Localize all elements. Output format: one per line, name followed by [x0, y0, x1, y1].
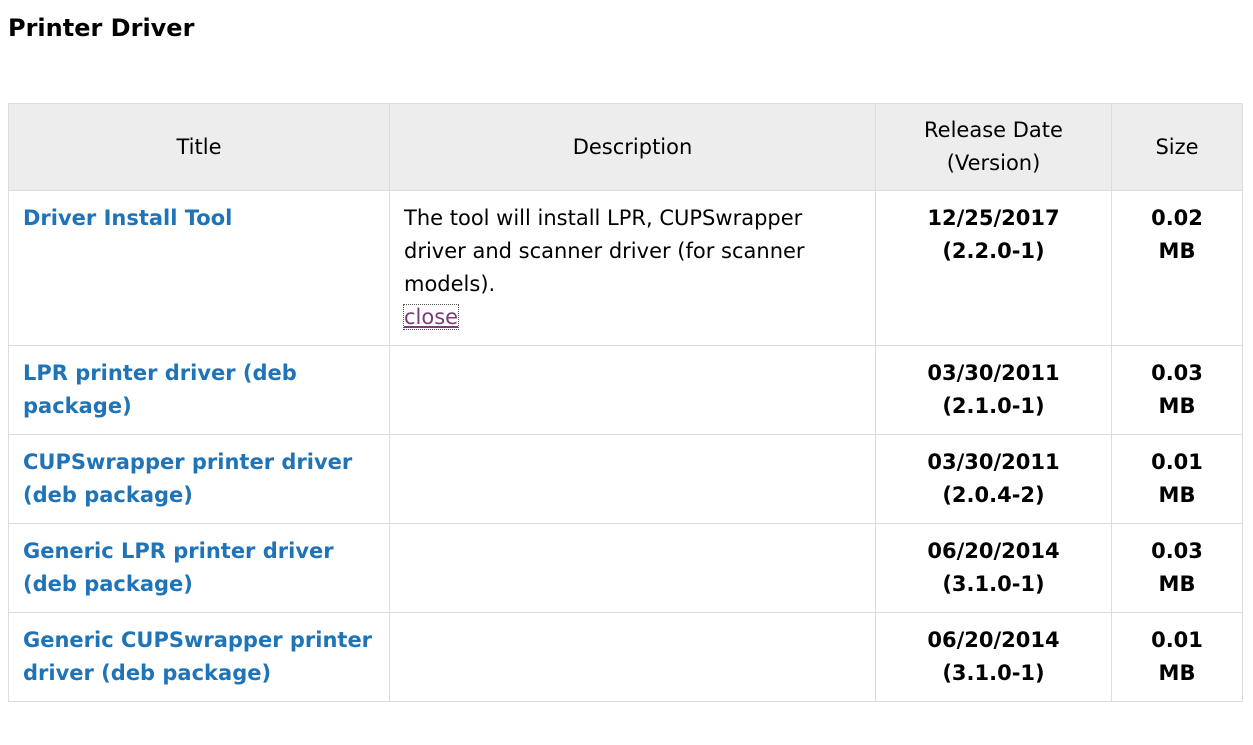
table-row: Generic LPR printer driver (deb package)…: [8, 523, 1243, 613]
table-row: Driver Install Tool The tool will instal…: [8, 190, 1243, 346]
release-date-cell: 06/20/2014 (3.1.0-1): [875, 523, 1112, 613]
release-date: 06/20/2014: [927, 539, 1060, 563]
size-unit: MB: [1158, 572, 1196, 596]
release-date-cell: 03/30/2011 (2.1.0-1): [875, 345, 1112, 435]
table-header: Title Description Release Date (Version)…: [8, 103, 1243, 191]
header-release-date: Release Date (Version): [875, 103, 1112, 191]
release-date-cell: 03/30/2011 (2.0.4-2): [875, 434, 1112, 524]
driver-title-link[interactable]: Driver Install Tool: [23, 206, 232, 230]
release-date: 06/20/2014: [927, 628, 1060, 652]
size-cell: 0.03 MB: [1111, 523, 1243, 613]
size-cell: 0.01 MB: [1111, 434, 1243, 524]
table-row: CUPSwrapper printer driver (deb package)…: [8, 434, 1243, 524]
size-value: 0.01: [1151, 450, 1203, 474]
driver-title-link[interactable]: CUPSwrapper printer driver (deb package): [23, 450, 352, 507]
release-date-cell: 12/25/2017 (2.2.0-1): [875, 190, 1112, 346]
version: (2.1.0-1): [942, 394, 1045, 418]
description-cell: The tool will install LPR, CUPSwrapper d…: [389, 190, 876, 346]
description-cell: [389, 612, 876, 702]
size-cell: 0.02 MB: [1111, 190, 1243, 346]
description-cell: [389, 434, 876, 524]
size-unit: MB: [1158, 239, 1196, 263]
driver-description: The tool will install LPR, CUPSwrapper d…: [404, 206, 805, 296]
description-cell: [389, 523, 876, 613]
driver-table: Title Description Release Date (Version)…: [8, 103, 1243, 702]
table-row: Generic CUPSwrapper printer driver (deb …: [8, 612, 1243, 702]
title-cell: Driver Install Tool: [8, 190, 390, 346]
release-date: 03/30/2011: [927, 361, 1060, 385]
header-description: Description: [389, 103, 876, 191]
size-value: 0.01: [1151, 628, 1203, 652]
header-row: Title Description Release Date (Version)…: [8, 103, 1243, 191]
title-cell: Generic CUPSwrapper printer driver (deb …: [8, 612, 390, 702]
driver-title-link[interactable]: LPR printer driver (deb package): [23, 361, 297, 418]
driver-title-link[interactable]: Generic CUPSwrapper printer driver (deb …: [23, 628, 372, 685]
version: (2.2.0-1): [942, 239, 1045, 263]
driver-title-link[interactable]: Generic LPR printer driver (deb package): [23, 539, 334, 596]
title-cell: Generic LPR printer driver (deb package): [8, 523, 390, 613]
size-value: 0.03: [1151, 539, 1203, 563]
version: (2.0.4-2): [942, 483, 1045, 507]
size-unit: MB: [1158, 483, 1196, 507]
table-row: LPR printer driver (deb package) 03/30/2…: [8, 345, 1243, 435]
size-value: 0.02: [1151, 206, 1203, 230]
version: (3.1.0-1): [942, 572, 1045, 596]
header-release-date-label: Release Date: [924, 118, 1063, 142]
page-title: Printer Driver: [8, 14, 195, 42]
header-size: Size: [1111, 103, 1243, 191]
size-cell: 0.03 MB: [1111, 345, 1243, 435]
size-value: 0.03: [1151, 361, 1203, 385]
description-cell: [389, 345, 876, 435]
close-link[interactable]: close: [402, 304, 460, 330]
size-cell: 0.01 MB: [1111, 612, 1243, 702]
release-date: 03/30/2011: [927, 450, 1060, 474]
title-cell: CUPSwrapper printer driver (deb package): [8, 434, 390, 524]
version: (3.1.0-1): [942, 661, 1045, 685]
size-unit: MB: [1158, 394, 1196, 418]
title-cell: LPR printer driver (deb package): [8, 345, 390, 435]
size-unit: MB: [1158, 661, 1196, 685]
header-title: Title: [8, 103, 390, 191]
release-date: 12/25/2017: [927, 206, 1060, 230]
release-date-cell: 06/20/2014 (3.1.0-1): [875, 612, 1112, 702]
header-version-label: (Version): [946, 151, 1041, 175]
